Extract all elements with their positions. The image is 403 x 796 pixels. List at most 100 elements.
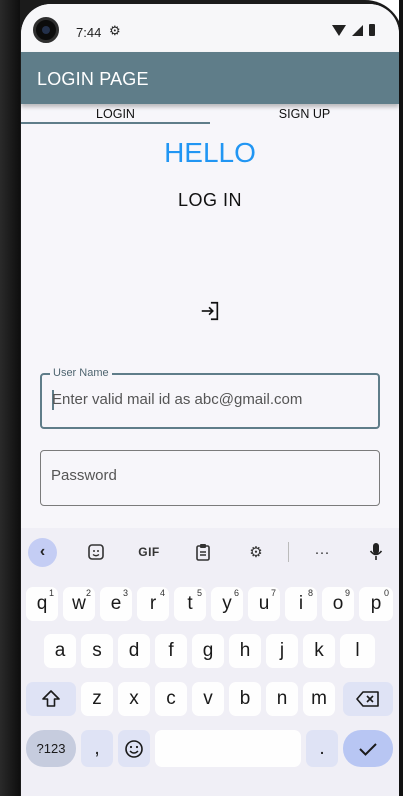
key-label: p [370, 593, 382, 614]
backspace-key[interactable] [343, 682, 393, 716]
key-l[interactable]: l [340, 634, 375, 668]
key-k[interactable]: k [303, 634, 335, 668]
tab-sign-up-label: SIGN UP [278, 107, 331, 121]
key-label: s [92, 640, 102, 661]
key-n[interactable]: n [266, 682, 298, 716]
key-label: q [36, 593, 48, 614]
key-z[interactable]: z [81, 682, 113, 716]
key-t[interactable]: t5 [174, 587, 206, 621]
greeting-text: HELLO [164, 137, 256, 168]
app-bar: LOGIN PAGE [21, 52, 399, 104]
key-m[interactable]: m [303, 682, 335, 716]
key-label: . [319, 737, 325, 759]
key-hint: 3 [122, 588, 128, 598]
key-b[interactable]: b [229, 682, 261, 716]
password-input[interactable] [51, 467, 371, 484]
on-screen-keyboard: ‹ GIF ⚙ ··· q1 w2 e3 r4 t5 y 6 u 7 i 8 o… [21, 528, 399, 796]
check-icon [359, 742, 377, 756]
shift-key[interactable] [26, 682, 76, 716]
tab-indicator [21, 122, 210, 124]
comma-key[interactable]: , [81, 730, 113, 767]
wifi-icon [332, 24, 346, 36]
toolbar-divider [288, 542, 289, 562]
tab-sign-up[interactable]: SIGN UP [210, 104, 399, 124]
key-label: c [166, 688, 176, 709]
clipboard-icon[interactable] [193, 536, 213, 568]
enter-key[interactable] [343, 730, 393, 767]
keyboard-collapse-button[interactable]: ‹ [28, 536, 57, 568]
key-a[interactable]: a [44, 634, 76, 668]
key-label: , [94, 737, 100, 759]
tab-login[interactable]: LOGIN [21, 104, 210, 124]
shift-icon [42, 690, 60, 707]
more-icon[interactable]: ··· [311, 536, 333, 568]
gear-icon[interactable]: ⚙ [246, 536, 266, 568]
period-key[interactable]: . [306, 730, 338, 767]
key-h[interactable]: h [229, 634, 261, 668]
username-label: User Name [50, 367, 112, 379]
key-label: n [276, 688, 288, 709]
microphone-icon[interactable] [366, 536, 386, 568]
key-hint: 5 [196, 588, 202, 598]
emoji-icon [125, 739, 143, 758]
tab-bar: LOGIN SIGN UP [21, 104, 399, 124]
status-icons [332, 24, 375, 36]
chevron-left-icon: ‹ [28, 537, 57, 567]
status-bar: 7:44 ⚙ [21, 4, 399, 52]
status-time: 7:44 [76, 25, 102, 40]
key-label: o [332, 593, 344, 614]
key-o[interactable]: o9 [322, 587, 354, 621]
key-label: h [239, 640, 251, 661]
key-hint: 7 [270, 588, 276, 598]
key-hint: 0 [383, 588, 389, 598]
key-q[interactable]: q1 [26, 587, 58, 621]
key-label: b [239, 688, 251, 709]
key-j[interactable]: j [266, 634, 298, 668]
key-label: v [203, 688, 213, 709]
emoji-key[interactable] [118, 730, 150, 767]
tab-login-label: LOGIN [96, 107, 135, 121]
key-label: a [54, 640, 66, 661]
key-label: j [279, 640, 285, 661]
gif-button[interactable]: GIF [135, 536, 163, 568]
key-f[interactable]: f [155, 634, 187, 668]
key-s[interactable]: s [81, 634, 113, 668]
key-label: f [168, 640, 174, 661]
phone-bezel-left [0, 0, 20, 796]
key-r[interactable]: r4 [137, 587, 169, 621]
key-e[interactable]: e3 [100, 587, 132, 621]
login-icon[interactable] [199, 300, 221, 322]
symbols-key[interactable]: ?123 [26, 730, 76, 767]
key-x[interactable]: x [118, 682, 150, 716]
key-hint: 4 [159, 588, 165, 598]
key-hint: 1 [48, 588, 54, 598]
key-c[interactable]: c [155, 682, 187, 716]
key-v[interactable]: v [192, 682, 224, 716]
key-label: x [129, 688, 139, 709]
key-label: k [314, 640, 324, 661]
sticker-icon[interactable] [85, 536, 107, 568]
phone-frame: 7:44 ⚙ LOGIN PAGE LOGIN SIGN UP HELLO LO… [0, 0, 403, 796]
key-d[interactable]: d [118, 634, 150, 668]
password-field[interactable] [40, 450, 380, 506]
username-field[interactable]: User Name [40, 367, 380, 429]
key-g[interactable]: g [192, 634, 224, 668]
screen: 7:44 ⚙ LOGIN PAGE LOGIN SIGN UP HELLO LO… [21, 4, 399, 796]
key-p[interactable]: p0 [359, 587, 393, 621]
key-u[interactable]: u7 [248, 587, 280, 621]
key-y[interactable]: y6 [211, 587, 243, 621]
key-label: l [355, 640, 360, 661]
key-hint: 6 [233, 588, 239, 598]
key-w[interactable]: w2 [63, 587, 95, 621]
username-input[interactable] [52, 391, 372, 408]
key-label: d [128, 640, 140, 661]
key-i[interactable]: i8 [285, 587, 317, 621]
key-label: i [298, 593, 304, 614]
key-hint: 2 [85, 588, 91, 598]
key-hint: 9 [344, 588, 350, 598]
key-label: u [258, 593, 270, 614]
key-label: t [187, 593, 193, 614]
space-key[interactable] [155, 730, 301, 767]
keyboard-toolbar: ‹ GIF ⚙ ··· [21, 536, 399, 568]
page-title: LOGIN PAGE [37, 69, 149, 89]
